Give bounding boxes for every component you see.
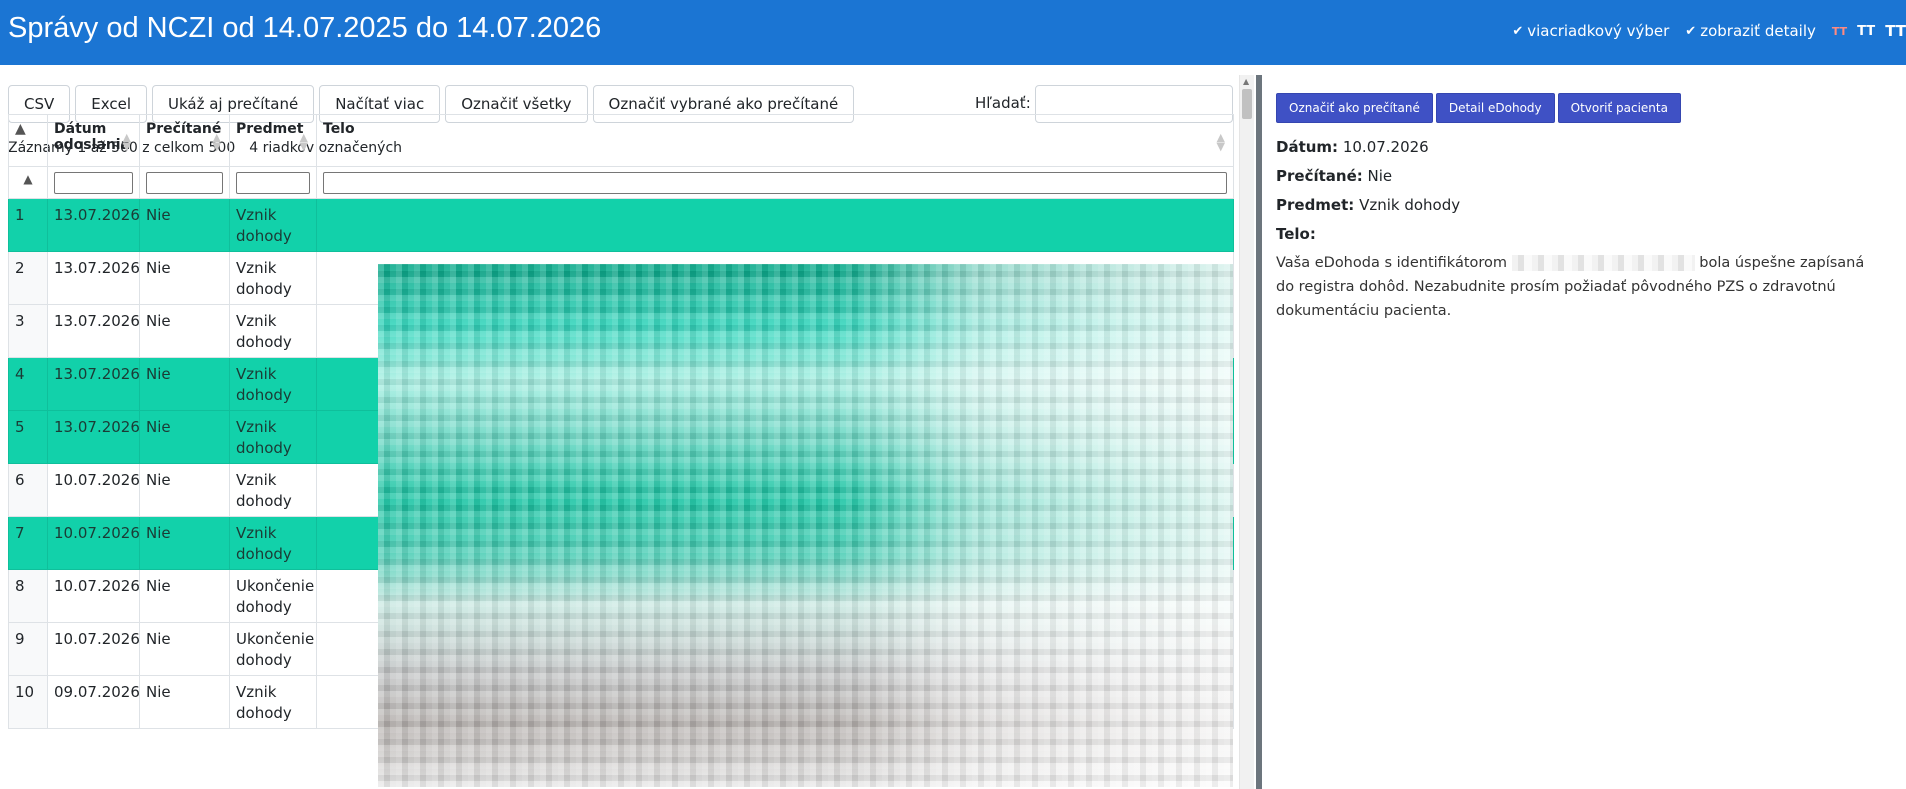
open-patient-button[interactable]: Otvoriť pacienta	[1557, 93, 1681, 123]
subject-cell: Vznik dohody	[229, 410, 317, 464]
row-number-cell: 9	[8, 622, 48, 676]
table-row[interactable]: 1 13.07.2026 Nie Vznik dohody	[8, 198, 1234, 252]
text-size-small-icon[interactable]: TT	[1832, 25, 1847, 38]
date-cell: 10.07.2026	[47, 516, 140, 570]
detail-subject-label: Predmet:	[1276, 196, 1355, 214]
row-number-cell: 2	[8, 251, 48, 305]
column-header-read[interactable]: Prečítané ▲ ▼	[139, 114, 230, 167]
filter-index-cell: ▲	[8, 166, 48, 199]
agreement-detail-button[interactable]: Detail eDohody	[1435, 93, 1555, 123]
read-status-cell: Nie	[139, 516, 230, 570]
date-cell: 13.07.2026	[47, 251, 140, 305]
filter-body-input[interactable]	[323, 172, 1227, 194]
subject-cell: Ukončenie dohody	[229, 569, 317, 623]
column-header-label: Telo	[323, 121, 355, 137]
read-status-cell: Nie	[139, 463, 230, 517]
date-cell: 10.07.2026	[47, 463, 140, 517]
multirow-select-toggle[interactable]: ✔ viacriadkový výber	[1512, 22, 1669, 40]
date-cell: 10.07.2026	[47, 622, 140, 676]
check-icon: ✔	[1685, 23, 1697, 39]
subject-cell: Vznik dohody	[229, 463, 317, 517]
scroll-thumb[interactable]	[1242, 89, 1252, 119]
sort-index-header[interactable]: ▲	[8, 114, 48, 167]
sort-arrows-icon: ▲ ▼	[212, 131, 221, 153]
read-status-cell: Nie	[139, 251, 230, 305]
detail-date-label: Dátum:	[1276, 138, 1339, 156]
date-cell: 13.07.2026	[47, 357, 140, 411]
subject-cell: Vznik dohody	[229, 198, 317, 252]
date-cell: 13.07.2026	[47, 198, 140, 252]
row-number-cell: 3	[8, 304, 48, 358]
body-text-start: Vaša eDohoda s identifikátorom	[1276, 255, 1508, 271]
detail-read-value: Nie	[1367, 167, 1393, 185]
check-icon: ✔	[1512, 23, 1524, 39]
read-status-cell: Nie	[139, 198, 230, 252]
filter-date-input[interactable]	[54, 172, 133, 194]
detail-actions: Označiť ako prečítané Detail eDohody Otv…	[1276, 93, 1681, 123]
detail-body-text: Vaša eDohoda s identifikátorom bola úspe…	[1276, 251, 1876, 323]
detail-date-value: 10.07.2026	[1342, 138, 1429, 156]
row-number-cell: 1	[8, 198, 48, 252]
sort-arrows-icon: ▲ ▼	[299, 131, 308, 153]
subject-cell: Vznik dohody	[229, 304, 317, 358]
column-header-date[interactable]: Dátum odoslania ▲ ▼	[47, 114, 140, 167]
row-number-cell: 10	[8, 675, 48, 729]
row-number-cell: 7	[8, 516, 48, 570]
read-status-cell: Nie	[139, 410, 230, 464]
column-header-subject[interactable]: Predmet ▲ ▼	[229, 114, 317, 167]
date-cell: 13.07.2026	[47, 304, 140, 358]
date-cell: 10.07.2026	[47, 569, 140, 623]
detail-subject: Predmet: Vznik dohody	[1276, 193, 1876, 217]
row-number-cell: 4	[8, 357, 48, 411]
detail-date: Dátum: 10.07.2026	[1276, 135, 1876, 159]
panel-splitter[interactable]	[1256, 75, 1262, 789]
filter-read-input[interactable]	[146, 172, 223, 194]
page-title: Správy od NCZI od 14.07.2025 do 14.07.20…	[8, 12, 602, 44]
multirow-select-label: viacriadkový výber	[1527, 22, 1670, 40]
text-size-medium-icon[interactable]: TT	[1857, 24, 1875, 39]
show-details-label: zobraziť detaily	[1700, 22, 1816, 40]
header-bar: Správy od NCZI od 14.07.2025 do 14.07.20…	[0, 0, 1906, 65]
text-size-large-icon[interactable]: TT	[1885, 22, 1906, 40]
row-number-cell: 5	[8, 410, 48, 464]
show-details-toggle[interactable]: ✔ zobraziť detaily	[1685, 22, 1816, 40]
read-status-cell: Nie	[139, 304, 230, 358]
header-options: ✔ viacriadkový výber ✔ zobraziť detaily …	[1512, 22, 1906, 40]
read-status-cell: Nie	[139, 357, 230, 411]
detail-body-label: Telo:	[1276, 225, 1316, 243]
read-status-cell: Nie	[139, 675, 230, 729]
table-scrollbar[interactable]: ▲	[1239, 75, 1254, 789]
read-status-cell: Nie	[139, 622, 230, 676]
detail-read-label: Prečítané:	[1276, 167, 1363, 185]
row-number-cell: 8	[8, 569, 48, 623]
sort-arrows-icon: ▲ ▼	[122, 131, 131, 153]
column-header-label: Dátum odoslania	[54, 121, 131, 153]
body-cell	[316, 198, 1234, 252]
read-status-cell: Nie	[139, 569, 230, 623]
subject-cell: Vznik dohody	[229, 357, 317, 411]
redacted-identifier	[1511, 255, 1695, 271]
scroll-up-icon[interactable]: ▲	[1243, 77, 1249, 86]
column-header-label: Prečítané	[146, 121, 222, 137]
column-header-label: Predmet	[236, 121, 304, 137]
date-cell: 09.07.2026	[47, 675, 140, 729]
detail-panel: Označiť ako prečítané Detail eDohody Otv…	[1276, 65, 1906, 789]
subject-cell: Vznik dohody	[229, 251, 317, 305]
detail-body-heading: Telo:	[1276, 222, 1876, 246]
redacted-body-pixelation	[378, 264, 1233, 787]
detail-subject-value: Vznik dohody	[1359, 196, 1461, 214]
message-detail: Dátum: 10.07.2026 Prečítané: Nie Predmet…	[1276, 135, 1876, 323]
filter-subject-input[interactable]	[236, 172, 310, 194]
date-cell: 13.07.2026	[47, 410, 140, 464]
detail-read: Prečítané: Nie	[1276, 164, 1876, 188]
subject-cell: Ukončenie dohody	[229, 622, 317, 676]
search-label: Hľadať:	[975, 94, 1031, 112]
mark-read-button[interactable]: Označiť ako prečítané	[1276, 93, 1433, 123]
row-number-cell: 6	[8, 463, 48, 517]
subject-cell: Vznik dohody	[229, 675, 317, 729]
column-header-body[interactable]: Telo ▲ ▼	[316, 114, 1234, 167]
subject-cell: Vznik dohody	[229, 516, 317, 570]
sort-arrows-icon: ▲ ▼	[1216, 131, 1225, 153]
